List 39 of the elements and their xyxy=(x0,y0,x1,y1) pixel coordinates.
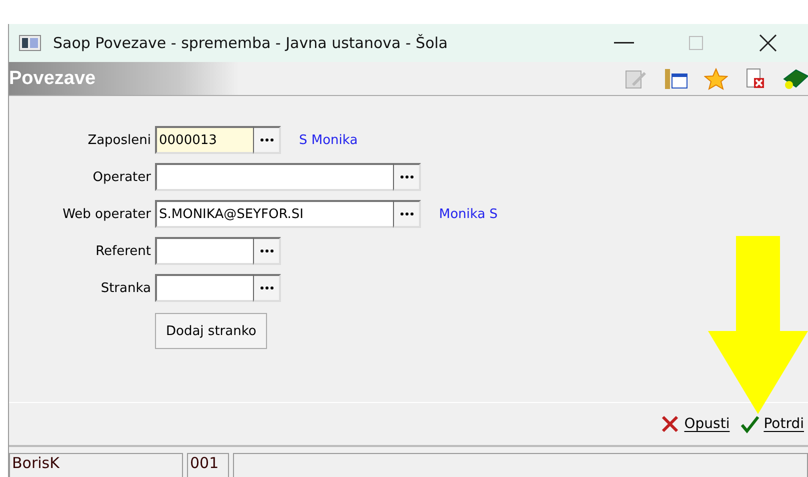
ellipsis-icon xyxy=(400,212,414,216)
input-field[interactable] xyxy=(155,274,253,302)
browse-button[interactable] xyxy=(253,274,281,302)
star-icon[interactable] xyxy=(704,68,728,90)
browse-button[interactable] xyxy=(253,126,281,154)
form-icon[interactable] xyxy=(664,68,688,90)
field-label: Web operater xyxy=(62,206,151,222)
minimize-icon[interactable] xyxy=(614,42,634,44)
check-icon xyxy=(740,414,760,434)
browse-button[interactable] xyxy=(393,163,421,191)
arrow-icon xyxy=(708,236,808,416)
add-client-button[interactable]: Dodaj stranko xyxy=(155,313,268,349)
input-field[interactable] xyxy=(155,163,393,191)
field-label: Operater xyxy=(92,170,151,184)
ellipsis-icon xyxy=(400,175,414,179)
ellipsis-icon xyxy=(260,249,274,253)
help-book-icon[interactable] xyxy=(782,66,808,90)
panel-title: Povezave xyxy=(9,68,97,90)
field-label: Stranka xyxy=(100,280,151,296)
app-icon xyxy=(19,35,41,51)
input-field[interactable]: S.MONIKA@SEYFOR.SI xyxy=(155,200,393,228)
lookup-name: S Monika xyxy=(299,132,358,148)
input-field[interactable]: 0000013 xyxy=(155,126,253,154)
cross-icon xyxy=(660,414,680,434)
lookup-name: Monika S xyxy=(439,206,498,222)
status-code: 001 xyxy=(187,453,229,477)
field-label: Zaposleni xyxy=(86,132,151,148)
ellipsis-icon xyxy=(260,138,274,142)
close-icon[interactable] xyxy=(759,34,777,52)
window-title: Saop Povezave - sprememba - Javna ustanova - Šola xyxy=(53,34,449,52)
status-user: BorisK xyxy=(9,453,183,477)
delete-document-icon[interactable] xyxy=(744,68,766,90)
confirm-button[interactable]: Potrdi xyxy=(740,414,804,434)
ellipsis-icon xyxy=(260,286,274,290)
browse-button[interactable] xyxy=(393,200,421,228)
input-field[interactable] xyxy=(155,237,253,265)
cancel-button[interactable]: Opusti xyxy=(660,414,730,434)
browse-button[interactable] xyxy=(253,237,281,265)
field-label: Referent xyxy=(94,244,151,258)
